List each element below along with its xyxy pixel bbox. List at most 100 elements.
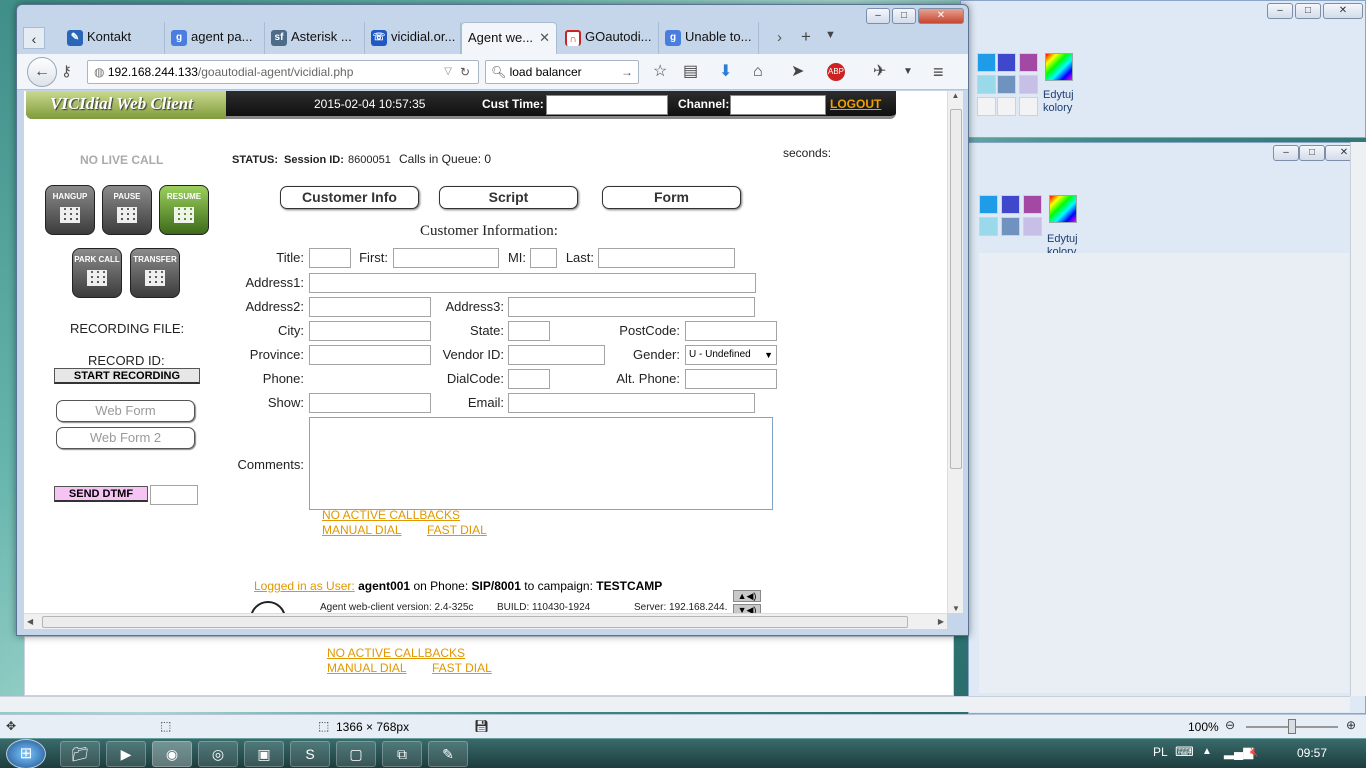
bookmark-star-icon[interactable]: ☆ <box>653 64 667 80</box>
comments-textarea[interactable] <box>309 417 773 510</box>
show-hidden-icons[interactable]: ▲ <box>1202 746 1212 757</box>
key-icon[interactable]: ⚷ <box>61 62 72 80</box>
list-all-tabs-icon[interactable]: ▼ <box>825 29 836 41</box>
vertical-scrollbar[interactable]: ▲ ▼ <box>947 91 963 613</box>
start-button[interactable]: ⊞ <box>6 739 46 768</box>
transfer-button[interactable]: TRANSFER <box>130 248 180 298</box>
selection-icon[interactable]: ⬚ <box>160 719 171 733</box>
color-swatch[interactable] <box>1023 217 1042 236</box>
gender-select[interactable]: U - Undefined ▼ <box>685 345 777 365</box>
color-swatch[interactable] <box>997 75 1016 94</box>
overflow-dropdown-icon[interactable]: ▼ <box>903 64 913 80</box>
color-swatch[interactable] <box>977 53 996 72</box>
start-recording-button[interactable]: START RECORDING <box>54 368 200 384</box>
vendor-id-field[interactable] <box>508 345 605 365</box>
scroll-left-icon[interactable]: ◀ <box>27 617 33 626</box>
tab-form[interactable]: Form <box>602 186 741 209</box>
back-button[interactable]: ← <box>27 57 57 87</box>
save-icon[interactable]: 💾︎ <box>474 719 489 733</box>
folder-taskbar-icon[interactable]: ▣ <box>244 741 284 767</box>
new-tab-icon[interactable]: + <box>801 27 811 47</box>
media-player-taskbar-icon[interactable]: ▶ <box>106 741 146 767</box>
title-field[interactable] <box>309 248 351 268</box>
volume-up-icon[interactable]: ▲◀) <box>733 590 761 602</box>
minimize-button[interactable]: – <box>1267 3 1293 19</box>
skype-taskbar-icon[interactable]: S <box>290 741 330 767</box>
no-active-callbacks-link-bg[interactable]: NO ACTIVE CALLBACKS <box>327 646 465 660</box>
scroll-down-icon[interactable]: ▼ <box>948 604 964 613</box>
send-dtmf-button[interactable]: SEND DTMF <box>54 486 148 502</box>
scrollbar-thumb[interactable] <box>950 109 962 469</box>
downloads-icon[interactable]: ⬇ <box>719 64 732 80</box>
color-swatch[interactable] <box>1023 195 1042 214</box>
scroll-right-icon[interactable]: ▶ <box>938 617 944 626</box>
tab-agent-pa[interactable]: g agent pa... <box>165 22 265 54</box>
color-swatch[interactable] <box>1001 217 1020 236</box>
close-button[interactable]: ✕ <box>1323 3 1363 19</box>
address2-field[interactable] <box>309 297 431 317</box>
dialcode-field[interactable] <box>508 369 550 389</box>
paint-taskbar-icon[interactable]: ▢ <box>336 741 376 767</box>
email-field[interactable] <box>508 393 755 413</box>
app-taskbar-icon[interactable]: ◎ <box>198 741 238 767</box>
color-swatch[interactable] <box>1019 97 1038 116</box>
tab-script[interactable]: Script <box>439 186 578 209</box>
color-swatch[interactable] <box>997 53 1016 72</box>
dropdown-icon[interactable]: ▽ <box>444 61 452 83</box>
home-icon[interactable]: ⌂ <box>753 64 763 80</box>
postcode-field[interactable] <box>685 321 777 341</box>
background-hscrollbar[interactable] <box>0 696 1350 712</box>
color-swatch[interactable] <box>1019 75 1038 94</box>
tabs-scroll-left-button[interactable]: ‹ <box>23 27 45 49</box>
scroll-up-icon[interactable]: ▲ <box>948 91 963 100</box>
logout-link[interactable]: LOGOUT <box>830 97 881 111</box>
close-button[interactable]: ✕ <box>918 8 964 24</box>
explorer-taskbar-icon[interactable]: 📁︎ <box>60 741 100 767</box>
web-form-2-button[interactable]: Web Form 2 <box>56 427 195 449</box>
minimize-button[interactable]: – <box>866 8 890 24</box>
zoom-out-icon[interactable]: ⊖ <box>1225 718 1235 732</box>
middle-initial-field[interactable] <box>530 248 557 268</box>
color-swatch[interactable] <box>979 195 998 214</box>
menu-icon[interactable]: ≡ <box>933 63 944 81</box>
province-field[interactable] <box>309 345 431 365</box>
tab-close-icon[interactable]: ✕ <box>539 23 550 53</box>
last-name-field[interactable] <box>598 248 735 268</box>
tab-customer-info[interactable]: Customer Info <box>280 186 419 209</box>
alt-phone-field[interactable] <box>685 369 777 389</box>
first-name-field[interactable] <box>393 248 499 268</box>
park-call-button[interactable]: PARK CALL <box>72 248 122 298</box>
color-swatch[interactable] <box>977 75 996 94</box>
tab-asterisk[interactable]: sf Asterisk ... <box>265 22 365 54</box>
minimize-button[interactable]: – <box>1273 145 1299 161</box>
background-vscrollbar[interactable] <box>1350 142 1366 696</box>
tab-vicidial-org[interactable]: ☏ vicidial.or... <box>365 22 461 54</box>
address1-field[interactable] <box>309 273 756 293</box>
edit-colors-label[interactable]: Edytuj kolory <box>1043 89 1083 115</box>
address3-field[interactable] <box>508 297 755 317</box>
channel-input[interactable] <box>730 95 826 115</box>
firefox-taskbar-icon[interactable]: ◉ <box>152 741 192 767</box>
color-swatch[interactable] <box>1001 195 1020 214</box>
resume-button[interactable]: RESUME <box>159 185 209 235</box>
cust-time-input[interactable] <box>546 95 668 115</box>
color-swatch[interactable] <box>997 97 1016 116</box>
manual-dial-link[interactable]: MANUAL DIAL <box>322 523 402 537</box>
logged-in-as-link[interactable]: Logged in as User: <box>254 579 355 593</box>
pause-button[interactable]: PAUSE <box>102 185 152 235</box>
color-swatch[interactable] <box>1019 53 1038 72</box>
edit-colors-icon[interactable] <box>1049 195 1077 223</box>
reload-icon[interactable]: ↻ <box>460 61 470 83</box>
maximize-button[interactable]: □ <box>892 8 916 24</box>
volume-muted-icon[interactable]: 🔇︎ <box>1250 744 1258 760</box>
fast-dial-link[interactable]: FAST DIAL <box>427 523 487 537</box>
search-input[interactable]: load balancer <box>510 65 582 79</box>
maximize-button[interactable]: □ <box>1299 145 1325 161</box>
tab-agent-web-client[interactable]: Agent we... ✕ <box>461 22 557 54</box>
language-indicator[interactable]: PL <box>1153 745 1168 759</box>
scrollbar-thumb[interactable] <box>42 616 908 628</box>
zoom-slider-thumb[interactable] <box>1288 719 1296 734</box>
bookmarks-menu-icon[interactable]: ▤ <box>683 64 698 80</box>
signal-icon[interactable]: ▂▄▆ <box>1224 744 1253 760</box>
no-active-callbacks-link[interactable]: NO ACTIVE CALLBACKS <box>322 508 460 522</box>
